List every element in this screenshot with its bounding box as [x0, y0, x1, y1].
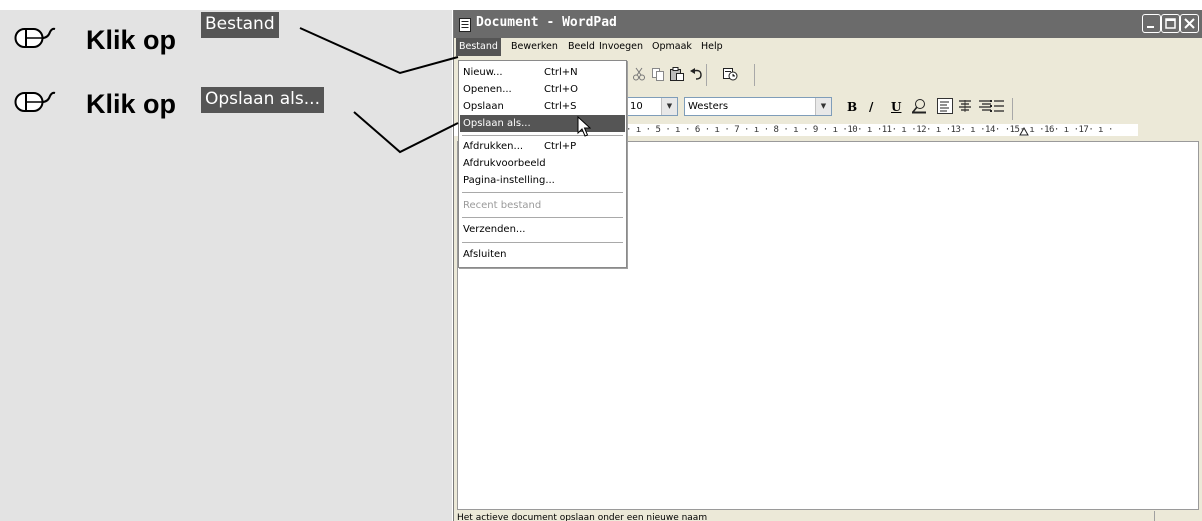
align-left-icon[interactable] [937, 98, 953, 114]
close-icon [1184, 18, 1195, 29]
menu-item-label: Verzenden... [463, 224, 526, 235]
instruction-panel: Klik op Bestand Klik op Opslaan als... [0, 10, 452, 521]
paste-icon[interactable] [669, 66, 685, 81]
file-menu-item-openen[interactable]: Openen... Ctrl+O [460, 81, 625, 98]
maximize-button[interactable] [1161, 14, 1180, 33]
menu-opmaak[interactable]: Opmaak [649, 38, 695, 56]
status-bar: Het actieve document opslaan onder een n… [454, 511, 1202, 521]
menu-beeld[interactable]: Beeld [565, 38, 598, 56]
menu-bewerken[interactable]: Bewerken [508, 38, 561, 56]
wordpad-icon [459, 17, 471, 32]
file-menu-item-afdrukken[interactable]: Afdrukken... Ctrl+P [460, 138, 625, 155]
menu-item-label: Afsluiten [463, 249, 507, 260]
font-size-combo[interactable]: 10 ▼ [626, 97, 678, 116]
script-value: Westers [688, 101, 729, 112]
bold-button[interactable]: B [847, 100, 857, 114]
color-icon[interactable] [911, 98, 927, 114]
file-menu-item-nieuw[interactable]: Nieuw... Ctrl+N [460, 64, 625, 81]
menu-item-label: Recent bestand [463, 200, 542, 211]
menu-item-label: Nieuw... [463, 67, 503, 78]
menu-item-label: Pagina-instelling... [463, 175, 555, 186]
menu-item-shortcut: Ctrl+N [544, 67, 578, 78]
bullets-icon[interactable] [989, 98, 1005, 112]
chevron-down-icon[interactable]: ▼ [815, 98, 831, 115]
script-combo[interactable]: Westers ▼ [684, 97, 832, 116]
format-separator [1012, 98, 1013, 120]
instruction-step-1: Klik op [14, 18, 176, 58]
right-indent-marker[interactable] [1019, 126, 1029, 136]
instruction-step-2: Klik op [14, 82, 176, 122]
menu-help[interactable]: Help [698, 38, 726, 56]
menu-item-label: Opslaan [463, 101, 504, 112]
step-1-text: Klik op [86, 24, 177, 55]
file-menu-item-pagina-instelling[interactable]: Pagina-instelling... [460, 172, 625, 189]
menu-separator [462, 192, 623, 193]
align-center-icon[interactable] [957, 98, 973, 112]
menu-separator [462, 242, 623, 243]
font-size-value: 10 [630, 101, 643, 112]
underline-button[interactable]: U [891, 100, 901, 114]
menu-item-label: Opslaan als... [463, 118, 531, 129]
undo-icon[interactable] [689, 66, 705, 80]
step-2-text: Klik op [86, 88, 177, 119]
mouse-icon [14, 91, 56, 113]
minimize-icon [1147, 26, 1154, 28]
minimize-button[interactable] [1142, 14, 1161, 33]
menu-bar: Bestand Bewerken Beeld Invoegen Opmaak H… [454, 38, 1202, 56]
menu-separator [462, 135, 623, 136]
mouse-icon [14, 27, 56, 49]
menu-separator [462, 217, 623, 218]
menu-item-label: Afdrukvoorbeeld [463, 158, 546, 169]
file-menu-item-afdrukvoorbeeld[interactable]: Afdrukvoorbeeld [460, 155, 625, 172]
title-bar[interactable]: Document - WordPad [454, 10, 1202, 38]
step-2-target-chip: Opslaan als... [201, 87, 324, 113]
italic-button[interactable]: / [869, 100, 873, 114]
toolbar-end-separator [754, 64, 755, 86]
step-1-target-chip: Bestand [201, 12, 279, 38]
menu-invoegen[interactable]: Invoegen [596, 38, 646, 56]
maximize-icon [1165, 18, 1176, 29]
cut-icon[interactable] [631, 66, 647, 81]
date-time-icon[interactable] [722, 66, 738, 81]
status-separator [1154, 511, 1155, 521]
menu-item-shortcut: Ctrl+P [544, 141, 577, 152]
file-menu-dropdown: Nieuw... Ctrl+N Openen... Ctrl+O Opslaan… [458, 60, 627, 268]
file-menu-item-opslaan[interactable]: Opslaan Ctrl+S [460, 98, 625, 115]
window-title: Document - WordPad [476, 15, 617, 30]
menu-item-shortcut: Ctrl+S [544, 101, 577, 112]
menu-item-label: Afdrukken... [463, 141, 524, 152]
toolbar-separator [706, 64, 707, 86]
menu-item-shortcut: Ctrl+O [544, 84, 579, 95]
file-menu-item-recent-bestand: Recent bestand [460, 197, 625, 214]
file-menu-item-opslaan-als[interactable]: Opslaan als... [460, 115, 625, 132]
chevron-down-icon[interactable]: ▼ [661, 98, 677, 115]
copy-icon[interactable] [650, 66, 666, 81]
file-menu-item-afsluiten[interactable]: Afsluiten [460, 246, 625, 263]
file-menu-item-verzenden[interactable]: Verzenden... [460, 221, 625, 238]
mouse-pointer-icon [577, 116, 591, 137]
status-text: Het actieve document opslaan onder een n… [457, 513, 708, 521]
close-button[interactable] [1180, 14, 1199, 33]
menu-item-label: Openen... [463, 84, 512, 95]
menu-bestand[interactable]: Bestand [456, 38, 501, 56]
